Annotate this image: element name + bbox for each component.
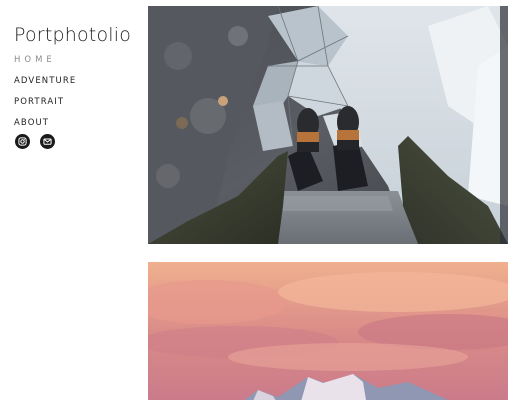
page: Portphotolio HOME ADVENTURE PORTRAIT ABO…	[0, 0, 522, 400]
instagram-icon[interactable]	[15, 134, 30, 149]
nav-item-home[interactable]: HOME	[14, 55, 76, 76]
nav-item-adventure[interactable]: ADVENTURE	[14, 76, 76, 97]
social-links	[15, 134, 55, 149]
site-title[interactable]: Portphotolio	[14, 24, 131, 46]
gallery-photo-pink-sky-mountains[interactable]	[148, 262, 508, 400]
gallery-photo-feet-on-ice[interactable]	[148, 6, 508, 244]
mail-icon[interactable]	[40, 134, 55, 149]
sidebar: Portphotolio HOME ADVENTURE PORTRAIT ABO…	[0, 0, 140, 400]
main-nav: HOME ADVENTURE PORTRAIT ABOUT	[14, 55, 76, 139]
nav-item-portrait[interactable]: PORTRAIT	[14, 97, 76, 118]
